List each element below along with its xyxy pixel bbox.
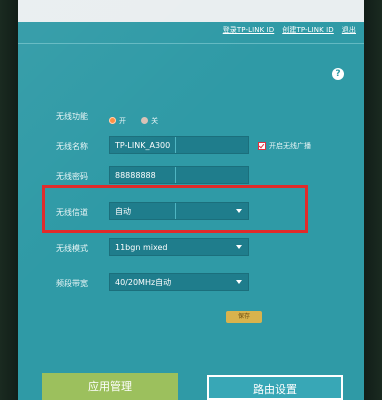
top-bar (18, 0, 364, 22)
bandwidth-value: 40/20MHz自动 (115, 278, 172, 287)
broadcast-label: 开启无线广播 (269, 142, 311, 150)
logout-link[interactable]: 退出 (342, 25, 356, 35)
bandwidth-select[interactable]: 40/20MHz自动 (109, 273, 249, 291)
wireless-name-row: 无线名称 TP-LINK_A300 开启无线广播 (18, 136, 364, 158)
header-divider (18, 43, 364, 44)
checkbox-icon[interactable] (258, 142, 266, 150)
radio-on-label: 开 (119, 116, 126, 125)
highlight-box (42, 185, 308, 233)
wireless-name-label: 无线名称 (56, 142, 88, 151)
wireless-mode-row: 无线模式 11bgn mixed (18, 238, 364, 260)
bandwidth-row: 频段带宽 40/20MHz自动 (18, 273, 364, 295)
wireless-function-options: 开 关 (109, 110, 168, 129)
login-link[interactable]: 登录TP-LINK ID (223, 25, 275, 35)
account-links: 登录TP-LINK ID 创建TP-LINK ID 退出 (223, 25, 356, 35)
radio-off-label: 关 (151, 116, 159, 125)
save-button[interactable]: 保存 (226, 311, 262, 323)
broadcast-toggle[interactable]: 开启无线广播 (258, 141, 311, 151)
radio-off-icon[interactable] (141, 117, 149, 124)
wireless-mode-value: 11bgn mixed (115, 243, 168, 252)
chevron-down-icon (236, 245, 242, 249)
wireless-mode-label: 无线模式 (56, 244, 88, 253)
wireless-password-label: 无线密码 (56, 172, 88, 181)
help-icon[interactable]: ? (332, 68, 344, 80)
wireless-function-label: 无线功能 (56, 112, 88, 121)
tab-router-settings[interactable]: 路由设置 (207, 375, 343, 400)
wireless-mode-select[interactable]: 11bgn mixed (109, 238, 249, 256)
router-settings-screen: 登录TP-LINK ID 创建TP-LINK ID 退出 ? 无线功能 开 关 … (18, 0, 364, 400)
wireless-password-input[interactable]: 88888888 (109, 166, 249, 184)
chevron-down-icon (236, 280, 242, 284)
wireless-name-input[interactable]: TP-LINK_A300 (109, 136, 249, 154)
bandwidth-label: 频段带宽 (56, 279, 88, 288)
create-id-link[interactable]: 创建TP-LINK ID (282, 25, 334, 35)
wireless-function-row: 无线功能 开 关 (18, 106, 364, 128)
radio-on-icon[interactable] (109, 117, 116, 124)
tab-app-management[interactable]: 应用管理 (42, 373, 178, 400)
